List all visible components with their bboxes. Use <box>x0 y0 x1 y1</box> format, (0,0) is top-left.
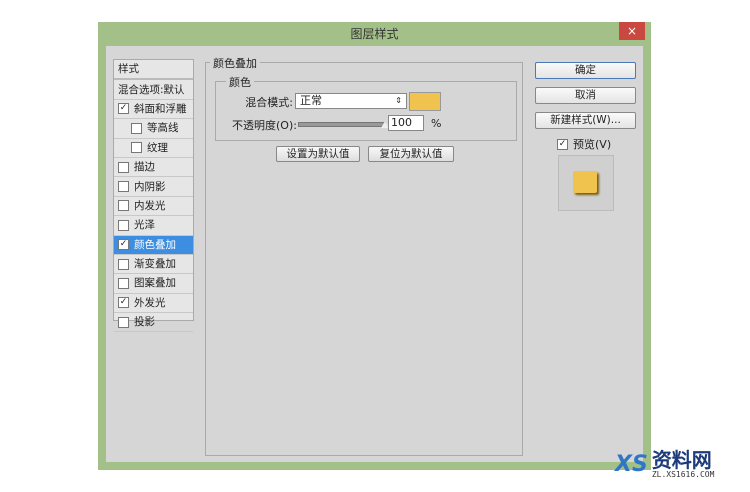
color-swatch[interactable] <box>409 92 441 111</box>
watermark: XS 资料网 ZL.XS1616.COM <box>615 450 714 479</box>
sidebar-item-label: 混合选项:默认 <box>118 83 185 96</box>
opacity-slider[interactable] <box>298 121 389 128</box>
sidebar-item-label: 斜面和浮雕 <box>134 102 187 115</box>
preview-checkbox[interactable]: ✓ 预览(V) <box>557 136 611 152</box>
sidebar-item-label: 图案叠加 <box>134 277 176 290</box>
checkbox-icon[interactable] <box>131 122 142 134</box>
sidebar-item[interactable]: 混合选项:默认 <box>114 80 193 100</box>
layer-style-dialog: 图层样式 × 样式 混合选项:默认 ✓ 斜面和浮雕等高线纹理描边内阴影内发光光泽 ✓ 颜… <box>98 22 651 470</box>
sidebar-item-label: 外发光 <box>134 296 166 309</box>
sidebar-item[interactable]: 内发光 <box>114 197 193 217</box>
sidebar-item[interactable]: 内阴影 <box>114 177 193 197</box>
sidebar-item[interactable]: 图案叠加 <box>114 274 193 294</box>
sidebar-item-label: 描边 <box>134 161 155 174</box>
checkbox-icon[interactable] <box>118 277 129 289</box>
checkbox-icon[interactable] <box>118 219 129 231</box>
sidebar-item[interactable]: 纹理 <box>114 139 193 158</box>
sidebar-item[interactable]: ✓ 外发光 <box>114 294 193 314</box>
checkbox-icon[interactable] <box>131 142 142 154</box>
dialog-title: 图层样式 <box>350 27 399 41</box>
preview-swatch <box>573 171 597 193</box>
blend-mode-select[interactable]: 正常 ⇕ <box>295 93 407 109</box>
sidebar-item[interactable]: 投影 <box>114 313 193 333</box>
panel-title: 颜色叠加 <box>210 55 260 71</box>
sidebar-item[interactable]: ✓ 斜面和浮雕 <box>114 100 193 120</box>
sidebar-item-label: 颜色叠加 <box>134 238 176 251</box>
checkbox-icon: ✓ <box>557 138 568 150</box>
ok-button[interactable]: 确定 <box>535 62 636 79</box>
styles-header: 样式 <box>114 60 193 81</box>
blend-mode-value: 正常 <box>300 94 322 107</box>
sidebar-item-label: 渐变叠加 <box>134 258 176 271</box>
opacity-label: 不透明度(O): <box>232 119 297 132</box>
sidebar-item-label: 内阴影 <box>134 180 166 193</box>
watermark-text: 资料网 <box>651 448 712 472</box>
select-arrows-icon: ⇕ <box>395 96 402 105</box>
group-title: 颜色 <box>226 74 254 90</box>
sidebar-item[interactable]: 光泽 <box>114 216 193 236</box>
xs-logo-icon: XS <box>615 452 648 477</box>
styles-list: 样式 混合选项:默认 ✓ 斜面和浮雕等高线纹理描边内阴影内发光光泽 ✓ 颜色叠加渐变叠加… <box>113 59 194 333</box>
sidebar-item[interactable]: 渐变叠加 <box>114 255 193 275</box>
new-style-button[interactable]: 新建样式(W)... <box>535 112 636 129</box>
checkbox-icon[interactable]: ✓ <box>118 103 129 115</box>
color-overlay-panel: 颜色叠加 颜色 混合模式: 正常 ⇕ 不透明度(O): 100 % 设置为默认值 … <box>205 55 523 456</box>
checkbox-icon[interactable]: ✓ <box>118 297 129 309</box>
opacity-input[interactable]: 100 <box>388 115 424 131</box>
sidebar-item-label: 光泽 <box>134 219 155 232</box>
checkbox-icon[interactable] <box>118 200 129 212</box>
blend-mode-label: 混合模式: <box>245 96 293 109</box>
sidebar-item[interactable]: ✓ 颜色叠加 <box>114 235 193 255</box>
checkbox-icon[interactable] <box>118 316 129 328</box>
cancel-button[interactable]: 取消 <box>535 87 636 104</box>
sidebar-item-label: 投影 <box>134 316 155 329</box>
close-button[interactable]: × <box>619 22 645 40</box>
preview-label: 预览(V) <box>573 138 612 151</box>
percent-label: % <box>431 117 442 130</box>
sidebar-item-label: 纹理 <box>147 141 168 154</box>
checkbox-icon[interactable] <box>118 181 129 193</box>
sidebar-item[interactable]: 等高线 <box>114 119 193 139</box>
checkbox-icon[interactable] <box>118 258 129 270</box>
checkbox-icon[interactable] <box>118 161 129 173</box>
sidebar-item[interactable]: 描边 <box>114 158 193 178</box>
set-default-button[interactable]: 设置为默认值 <box>276 146 360 162</box>
sidebar-item-label: 内发光 <box>134 199 166 212</box>
reset-default-button[interactable]: 复位为默认值 <box>368 146 454 162</box>
preview-box <box>558 155 614 211</box>
watermark-url: ZL.XS1616.COM <box>651 470 715 479</box>
sidebar-item-label: 等高线 <box>147 122 179 135</box>
checkbox-icon[interactable]: ✓ <box>118 239 129 251</box>
